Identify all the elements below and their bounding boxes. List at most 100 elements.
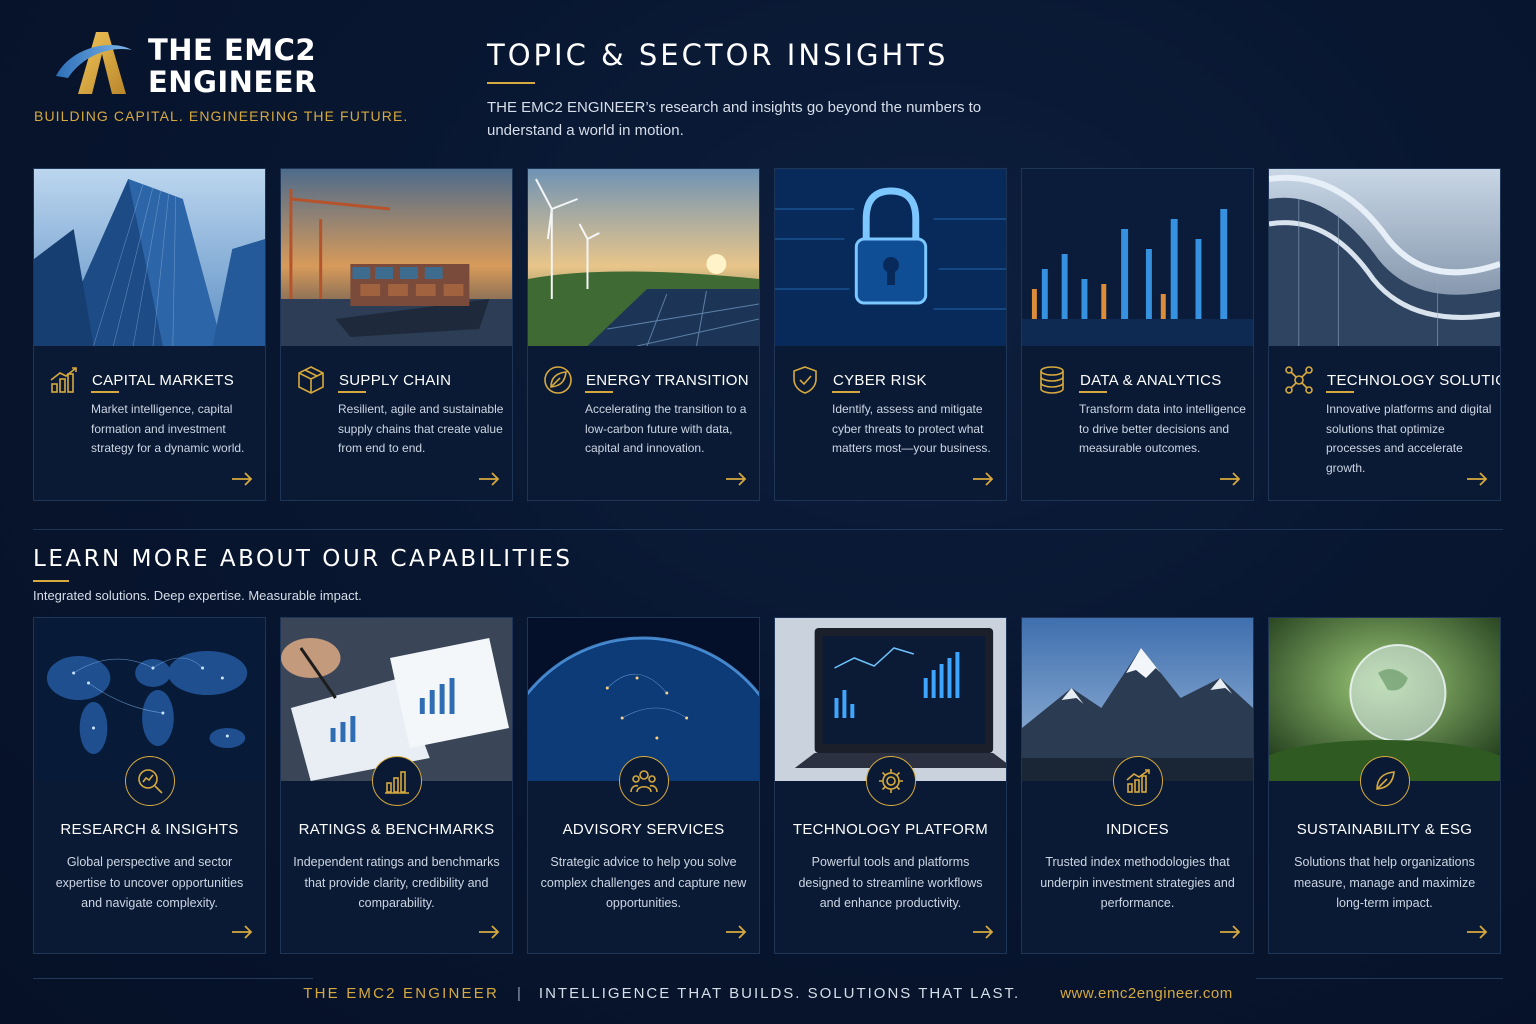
capability-title: ADVISORY SERVICES bbox=[562, 821, 725, 838]
capability-title: TECHNOLOGY PLATFORM bbox=[792, 821, 989, 838]
title-underline bbox=[338, 391, 366, 393]
bar-chart-icon bbox=[50, 367, 77, 393]
brand-name-line1: THE EMC2 bbox=[148, 33, 317, 67]
intro-description: THE EMC2 ENGINEER’s research and insight… bbox=[487, 99, 982, 139]
arrow-right-icon[interactable] bbox=[231, 925, 253, 939]
modern-building-image bbox=[1269, 169, 1500, 346]
gear-icon-badge bbox=[865, 756, 916, 806]
logo-icon bbox=[56, 32, 132, 94]
topic-card-data-analytics[interactable]: DATA & ANALYTICS Transform data into int… bbox=[1021, 168, 1254, 501]
capability-description: Independent ratings and benchmarks that … bbox=[293, 855, 500, 910]
page-title: TOPIC & SECTOR INSIGHTS bbox=[487, 38, 949, 72]
leaf-icon bbox=[544, 366, 572, 394]
leaf-icon-badge bbox=[1359, 756, 1410, 806]
topic-description: Innovative platforms and digital solutio… bbox=[1326, 402, 1492, 475]
topic-description: Accelerating the transition to a low-car… bbox=[585, 402, 747, 455]
title-underline bbox=[832, 391, 860, 393]
capability-card-advisory-services[interactable]: ADVISORY SERVICES Strategic advice to he… bbox=[527, 617, 760, 954]
footer-slogan: INTELLIGENCE THAT BUILDS. SOLUTIONS THAT… bbox=[538, 984, 1021, 1002]
topic-description: Resilient, agile and sustainable supply … bbox=[338, 402, 504, 455]
title-underline bbox=[33, 580, 69, 582]
arrow-right-icon[interactable] bbox=[478, 472, 500, 486]
capability-description: Trusted index methodologies that underpi… bbox=[1040, 855, 1235, 910]
section-title: LEARN MORE ABOUT OUR CAPABILITIES bbox=[33, 546, 573, 572]
network-icon bbox=[1285, 366, 1313, 394]
topic-title: DATA & ANALYTICS bbox=[1080, 371, 1222, 389]
trend-chart-icon bbox=[1125, 769, 1150, 793]
footer-website-link[interactable]: www.emc2engineer.com bbox=[1060, 985, 1233, 1002]
people-group-icon-badge bbox=[618, 756, 669, 806]
people-group-icon bbox=[629, 770, 658, 793]
capability-card-indices[interactable]: INDICES Trusted index methodologies that… bbox=[1021, 617, 1254, 954]
footer: THE EMC2 ENGINEER | INTELLIGENCE THAT BU… bbox=[0, 982, 1536, 1004]
topic-card-energy-transition[interactable]: ENERGY TRANSITION Accelerating the trans… bbox=[527, 168, 760, 501]
title-underline bbox=[1079, 391, 1107, 393]
bar-chart-icon-badge bbox=[371, 756, 422, 806]
gear-icon bbox=[878, 769, 903, 793]
footer-rule-right bbox=[1256, 978, 1503, 979]
box-icon bbox=[298, 366, 324, 394]
title-underline bbox=[585, 391, 613, 393]
topic-card-cyber-risk[interactable]: CYBER RISK Identify, assess and mitigate… bbox=[774, 168, 1007, 501]
database-icon bbox=[1040, 366, 1064, 394]
brand-name-line2: ENGINEER bbox=[148, 65, 317, 99]
intro-section: TOPIC & SECTOR INSIGHTS THE EMC2 ENGINEE… bbox=[487, 38, 1107, 142]
capability-description: Powerful tools and platforms designed to… bbox=[798, 855, 983, 910]
title-underline bbox=[487, 82, 535, 84]
topic-card-capital-markets[interactable]: CAPITAL MARKETS Market intelligence, cap… bbox=[33, 168, 266, 501]
arrow-right-icon[interactable] bbox=[478, 925, 500, 939]
arrow-right-icon[interactable] bbox=[725, 925, 747, 939]
section-subtitle: Integrated solutions. Deep expertise. Me… bbox=[33, 588, 362, 603]
section-divider bbox=[33, 529, 1503, 530]
capability-card-technology-platform[interactable]: TECHNOLOGY PLATFORM Powerful tools and p… bbox=[774, 617, 1007, 954]
capability-title: RESEARCH & INSIGHTS bbox=[60, 821, 239, 838]
topic-title: ENERGY TRANSITION bbox=[586, 371, 749, 389]
footer-rule-left bbox=[33, 978, 313, 979]
arrow-right-icon[interactable] bbox=[972, 925, 994, 939]
capability-card-research-insights[interactable]: RESEARCH & INSIGHTS Global perspective a… bbox=[33, 617, 266, 954]
bar-chart-icon bbox=[384, 771, 409, 794]
capability-title: SUSTAINABILITY & ESG bbox=[1296, 821, 1473, 838]
capability-description: Strategic advice to help you solve compl… bbox=[540, 855, 747, 910]
topic-card-technology-solutions[interactable]: TECHNOLOGY SOLUTIONS Innovative platform… bbox=[1268, 168, 1501, 501]
arrow-right-icon[interactable] bbox=[972, 472, 994, 486]
capability-cards: RESEARCH & INSIGHTS Global perspective a… bbox=[33, 617, 1503, 954]
title-underline bbox=[1326, 391, 1354, 393]
arrow-right-icon[interactable] bbox=[1466, 472, 1488, 486]
magnifier-chart-icon-badge bbox=[124, 756, 175, 806]
topic-card-supply-chain[interactable]: SUPPLY CHAIN Resilient, agile and sustai… bbox=[280, 168, 513, 501]
arrow-right-icon[interactable] bbox=[1466, 925, 1488, 939]
topic-description: Market intelligence, capital formation a… bbox=[91, 402, 245, 455]
title-underline bbox=[91, 391, 119, 393]
wind-solar-image bbox=[528, 169, 759, 346]
topic-title: SUPPLY CHAIN bbox=[339, 371, 452, 389]
capability-card-ratings-benchmarks[interactable]: RATINGS & BENCHMARKS Independent ratings… bbox=[280, 617, 513, 954]
topic-description: Transform data into intelligence to driv… bbox=[1079, 402, 1246, 455]
topic-title: CYBER RISK bbox=[833, 371, 927, 389]
data-bars-image bbox=[1022, 169, 1253, 346]
capability-title: INDICES bbox=[1106, 821, 1169, 838]
leaf-icon bbox=[1375, 771, 1395, 790]
arrow-right-icon[interactable] bbox=[1219, 925, 1241, 939]
capability-description: Solutions that help organizations measur… bbox=[1293, 855, 1476, 910]
brand-tagline: BUILDING CAPITAL. ENGINEERING THE FUTURE… bbox=[34, 108, 409, 124]
topic-title: CAPITAL MARKETS bbox=[92, 371, 235, 389]
skyscraper-image bbox=[34, 169, 265, 346]
container-ship-image bbox=[281, 169, 512, 346]
capabilities-heading: LEARN MORE ABOUT OUR CAPABILITIES Integr… bbox=[33, 546, 573, 603]
brand-name: THE EMC2 ENGINEER bbox=[148, 34, 317, 98]
arrow-right-icon[interactable] bbox=[231, 472, 253, 486]
arrow-right-icon[interactable] bbox=[1219, 472, 1241, 486]
footer-separator: | bbox=[517, 984, 521, 1002]
topic-cards: CAPITAL MARKETS Market intelligence, cap… bbox=[33, 168, 1503, 501]
magnifier-chart-icon bbox=[137, 769, 163, 794]
footer-brand: THE EMC2 ENGINEER bbox=[303, 984, 499, 1002]
trend-chart-icon-badge bbox=[1112, 756, 1163, 806]
brand-block: THE EMC2 ENGINEER BUILDING CAPITAL. ENGI… bbox=[34, 24, 454, 134]
arrow-right-icon[interactable] bbox=[725, 472, 747, 486]
capability-card-sustainability-esg[interactable]: SUSTAINABILITY & ESG Solutions that help… bbox=[1268, 617, 1501, 954]
padlock-image bbox=[775, 169, 1006, 346]
topic-title: TECHNOLOGY SOLUTIONS bbox=[1327, 371, 1500, 389]
shield-icon bbox=[793, 366, 817, 394]
capability-description: Global perspective and sector expertise … bbox=[55, 855, 244, 910]
